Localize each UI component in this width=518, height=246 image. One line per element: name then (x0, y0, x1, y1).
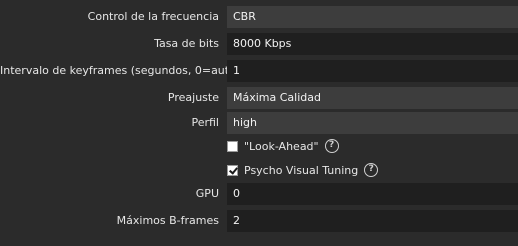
profile-label: Perfil (191, 116, 219, 129)
psycho-visual-checkbox[interactable] (227, 164, 238, 176)
keyframe-interval-spinbox[interactable]: 1 (227, 60, 518, 82)
rate-control-dropdown[interactable]: CBR (227, 6, 518, 28)
preset-dropdown[interactable]: Máxima Calidad (227, 87, 518, 109)
help-circle-icon[interactable]: ? (324, 139, 339, 153)
keyframe-interval-label: Intervalo de keyframes (segundos, 0=auto… (0, 64, 241, 77)
encoder-settings-form: Control de la frecuencia CBR Tasa de bit… (0, 0, 518, 246)
row-keyframe-interval: Intervalo de keyframes (segundos, 0=auto… (0, 59, 518, 83)
preset-label: Preajuste (167, 91, 219, 104)
row-rate-control: Control de la frecuencia CBR (0, 5, 518, 29)
profile-dropdown[interactable]: high (227, 112, 518, 134)
max-bframes-spinbox[interactable]: 2 (227, 210, 518, 232)
psycho-visual-label: Psycho Visual Tuning (244, 163, 359, 177)
row-bitrate: Tasa de bits 8000 Kbps (0, 32, 518, 56)
look-ahead-option[interactable]: "Look-Ahead" ? (227, 136, 339, 156)
gpu-spinbox[interactable]: 0 (227, 183, 518, 205)
bitrate-label: Tasa de bits (154, 37, 219, 50)
row-preset: Preajuste Máxima Calidad (0, 86, 518, 110)
row-gpu: GPU 0 (0, 182, 518, 206)
look-ahead-checkbox[interactable] (227, 140, 238, 152)
rate-control-label: Control de la frecuencia (87, 10, 219, 23)
gpu-label: GPU (195, 187, 219, 200)
row-profile: Perfil high (0, 111, 518, 135)
max-bframes-label: Máximos B-frames (116, 214, 219, 227)
look-ahead-label: "Look-Ahead" (244, 139, 319, 153)
psycho-visual-option[interactable]: Psycho Visual Tuning ? (227, 160, 379, 180)
bitrate-spinbox[interactable]: 8000 Kbps (227, 33, 518, 55)
help-circle-icon[interactable]: ? (364, 163, 379, 177)
row-max-bframes: Máximos B-frames 2 (0, 209, 518, 233)
